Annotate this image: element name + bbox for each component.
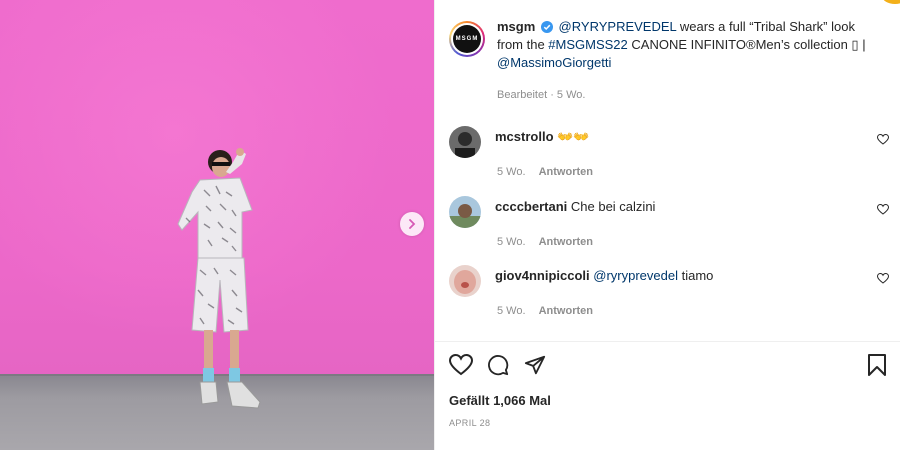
comment-item: mcstrollo 👐👐 5 Wo. Antworten	[449, 126, 889, 178]
heart-icon[interactable]	[877, 204, 889, 215]
comment-mention[interactable]: @ryryprevedel	[593, 268, 678, 283]
caption-meta: Bearbeitet · 5 Wo.	[497, 89, 586, 101]
author-avatar[interactable]: MSGM	[449, 21, 485, 57]
caption-text-b: CANONE INFINITO®Men’s collection ▯ |	[627, 37, 866, 52]
reply-button[interactable]: Antworten	[539, 166, 593, 178]
heart-icon[interactable]	[877, 273, 889, 284]
paper-plane-icon[interactable]	[524, 354, 546, 376]
commenter-username[interactable]: mcstrollo	[495, 129, 554, 144]
reply-button[interactable]: Antworten	[539, 236, 593, 248]
post-date: APRIL 28	[449, 418, 491, 428]
author-username[interactable]: msgm	[497, 19, 535, 34]
instagram-post: MSGM msgm @RYRYPREVEDEL wears a full “Tr…	[0, 0, 900, 450]
heart-icon[interactable]	[877, 134, 889, 145]
commenter-username[interactable]: ccccbertani	[495, 199, 567, 214]
commenter-avatar[interactable]	[449, 196, 481, 228]
reply-button[interactable]: Antworten	[539, 305, 593, 317]
comment-time: 5 Wo.	[497, 236, 526, 248]
commenter-avatar[interactable]	[449, 265, 481, 297]
comment-item: ccccbertani Che bei calzini 5 Wo. Antwor…	[449, 196, 889, 248]
section-divider	[435, 341, 900, 342]
header-avatar-stub	[882, 0, 900, 4]
mention-massimogiorgetti[interactable]: @MassimoGiorgetti	[497, 55, 611, 70]
comment-text: tiamo	[677, 268, 714, 283]
chevron-right-icon	[409, 219, 416, 229]
verified-badge-icon	[540, 21, 553, 33]
comment-text: 👐👐	[557, 129, 590, 144]
hashtag-msgmss22[interactable]: #MSGMSS22	[548, 37, 627, 52]
mention-ryryprevedel[interactable]: @RYRYPREVEDEL	[559, 19, 677, 34]
msgm-logo: MSGM	[453, 25, 481, 53]
comment-icon[interactable]	[487, 354, 509, 376]
caption-body: msgm @RYRYPREVEDEL wears a full “Tribal …	[497, 18, 877, 104]
comment-time: 5 Wo.	[497, 305, 526, 317]
model-figure	[177, 148, 261, 409]
commenter-avatar[interactable]	[449, 126, 481, 158]
heart-icon[interactable]	[449, 354, 473, 376]
post-photo[interactable]	[0, 0, 434, 450]
like-count[interactable]: Gefällt 1,066 Mal	[449, 393, 551, 408]
action-bar	[449, 354, 889, 380]
commenter-username[interactable]: giov4nnipiccoli	[495, 268, 590, 283]
comment-item: giov4nnipiccoli @ryryprevedel tiamo 5 Wo…	[449, 265, 889, 317]
post-caption: MSGM msgm @RYRYPREVEDEL wears a full “Tr…	[449, 18, 889, 104]
bookmark-icon[interactable]	[867, 354, 887, 376]
comment-text: Che bei calzini	[570, 199, 656, 214]
comment-time: 5 Wo.	[497, 166, 526, 178]
next-image-button[interactable]	[400, 212, 424, 236]
post-sidebar: MSGM msgm @RYRYPREVEDEL wears a full “Tr…	[434, 0, 900, 450]
